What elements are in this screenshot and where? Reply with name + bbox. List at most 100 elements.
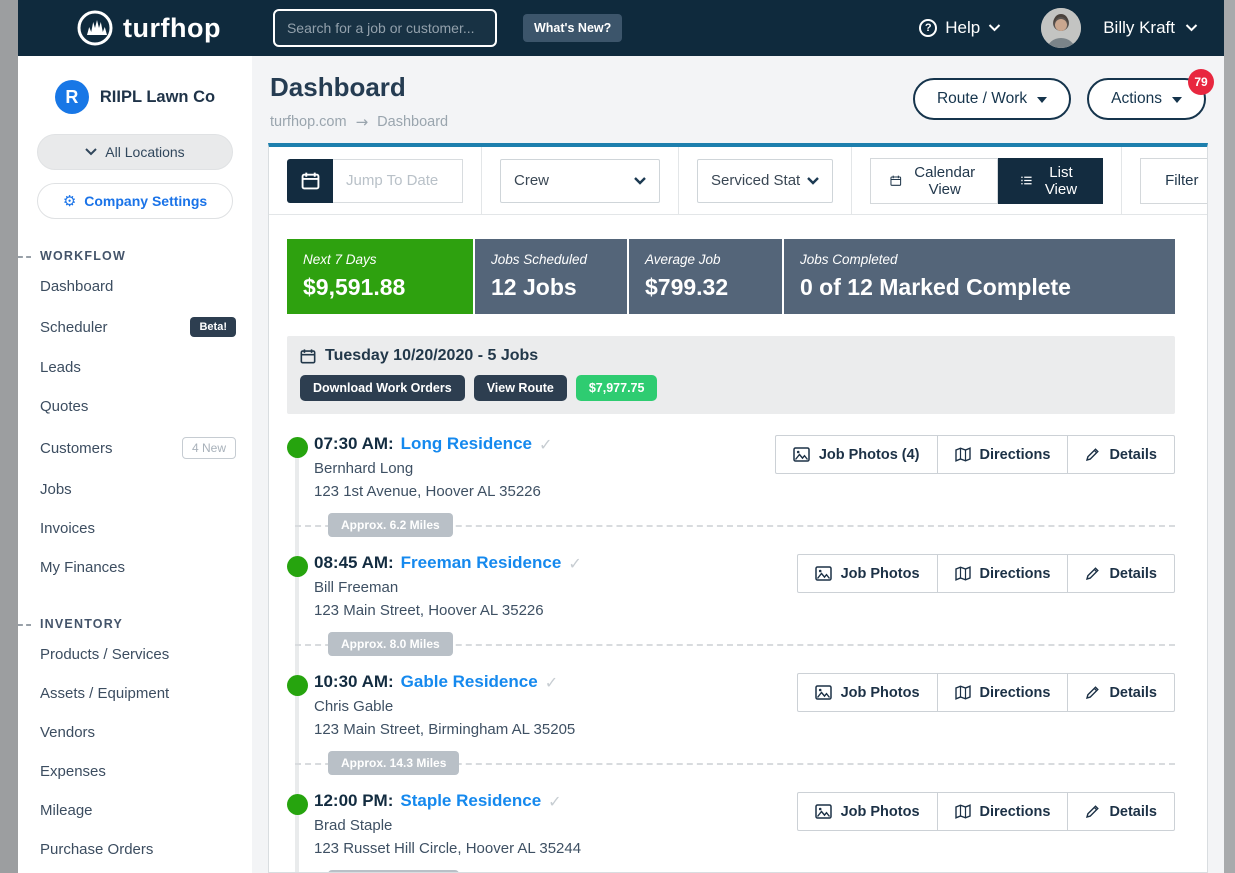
download-work-orders-button[interactable]: Download Work Orders: [300, 375, 465, 401]
miles-separator: Approx. 14.3 Miles: [314, 751, 1175, 775]
job-photos-button[interactable]: Job Photos: [797, 554, 938, 593]
calendar-icon: [890, 172, 902, 189]
chevron-down-icon: [85, 148, 97, 156]
sidebar-section-title: INVENTORY: [18, 617, 252, 631]
page-title: Dashboard: [270, 72, 448, 103]
sidebar-item-products-services[interactable]: Products / Services: [18, 635, 252, 674]
brand-name: turfhop: [123, 13, 221, 44]
check-icon: ✓: [545, 673, 558, 692]
directions-button[interactable]: Directions: [937, 554, 1069, 593]
job-photos-label: Job Photos (4): [819, 447, 920, 463]
company-logo-icon: R: [55, 80, 89, 114]
sidebar-item-my-finances[interactable]: My Finances: [18, 548, 252, 587]
sidebar-item-invoices[interactable]: Invoices: [18, 509, 252, 548]
sidebar-item-quotes[interactable]: Quotes: [18, 387, 252, 426]
user-menu[interactable]: Billy Kraft: [1103, 18, 1198, 38]
sidebar-nav: WORKFLOW Dashboard Scheduler Beta! Leads…: [18, 249, 252, 869]
chevron-down-icon: [634, 177, 646, 185]
sidebar-item-scheduler[interactable]: Scheduler Beta!: [18, 306, 252, 348]
details-button[interactable]: Details: [1067, 673, 1175, 712]
stat-value: $9,591.88: [303, 274, 457, 301]
brand-logo[interactable]: turfhop: [76, 9, 221, 47]
map-icon: [955, 685, 971, 700]
details-button[interactable]: Details: [1067, 792, 1175, 831]
jump-to-date-input[interactable]: [333, 159, 463, 203]
dashboard-card: Crew Serviced Stat Calendar Vie: [268, 143, 1208, 873]
job-name-link[interactable]: Long Residence: [401, 434, 532, 454]
job-photos-label: Job Photos: [841, 685, 920, 701]
sidebar-item-leads[interactable]: Leads: [18, 348, 252, 387]
details-label: Details: [1109, 566, 1157, 582]
job-name-link[interactable]: Staple Residence: [400, 791, 541, 811]
sidebar-item-vendors[interactable]: Vendors: [18, 713, 252, 752]
job-actions: Job Photos Directions Details: [797, 673, 1175, 712]
actions-label: Actions: [1111, 90, 1162, 108]
all-locations-dropdown[interactable]: All Locations: [37, 134, 233, 170]
sidebar-item-label: Customers: [40, 440, 113, 457]
gear-icon: ⚙: [63, 194, 76, 209]
calendar-picker-button[interactable]: [287, 159, 333, 203]
whats-new-button[interactable]: What's New?: [523, 14, 622, 42]
job-photos-button[interactable]: Job Photos (4): [775, 435, 938, 474]
stat-label: Next 7 Days: [303, 252, 457, 267]
job-address: 123 1st Avenue, Hoover AL 35226: [314, 483, 552, 500]
window-edge-right: [1224, 0, 1235, 873]
sidebar-item-dashboard[interactable]: Dashboard: [18, 267, 252, 306]
help-label: Help: [945, 18, 980, 38]
help-menu[interactable]: ? Help: [919, 18, 1001, 38]
directions-button[interactable]: Directions: [937, 673, 1069, 712]
sidebar-item-customers[interactable]: Customers 4 New: [18, 426, 252, 470]
stat-tile-next-7-days: Next 7 Days $9,591.88: [287, 239, 473, 314]
directions-button[interactable]: Directions: [937, 435, 1069, 474]
sidebar-item-jobs[interactable]: Jobs: [18, 470, 252, 509]
search-input[interactable]: [273, 9, 497, 47]
sidebar-item-assets-equipment[interactable]: Assets / Equipment: [18, 674, 252, 713]
page-header: Dashboard turfhop.com → Dashboard Route …: [252, 56, 1224, 143]
stat-label: Average Job: [645, 252, 766, 267]
job-name-link[interactable]: Gable Residence: [401, 672, 538, 692]
filter-toolbar: Crew Serviced Stat Calendar Vie: [269, 147, 1207, 215]
company-header[interactable]: R RIIPL Lawn Co: [18, 80, 252, 114]
job-photos-button[interactable]: Job Photos: [797, 792, 938, 831]
details-button[interactable]: Details: [1067, 554, 1175, 593]
company-settings-button[interactable]: ⚙ Company Settings: [37, 183, 233, 219]
window-edge-left: [0, 0, 18, 873]
breadcrumb-site[interactable]: turfhop.com: [270, 114, 347, 130]
serviced-status-select[interactable]: Serviced Stat: [697, 159, 833, 203]
details-button[interactable]: Details: [1067, 435, 1175, 474]
actions-count-badge: 79: [1188, 69, 1214, 95]
sidebar-item-label: Products / Services: [40, 646, 169, 663]
jump-to-date-group: [269, 147, 482, 214]
main-content: Dashboard turfhop.com → Dashboard Route …: [252, 56, 1224, 873]
user-avatar[interactable]: [1041, 8, 1081, 48]
job-name-link[interactable]: Freeman Residence: [401, 553, 562, 573]
actions-dropdown[interactable]: Actions 79: [1087, 78, 1206, 120]
caret-down-icon: [1172, 97, 1182, 103]
sidebar-item-mileage[interactable]: Mileage: [18, 791, 252, 830]
directions-label: Directions: [980, 566, 1051, 582]
job-status-dot: [287, 556, 308, 577]
sidebar-item-purchase-orders[interactable]: Purchase Orders: [18, 830, 252, 869]
route-work-dropdown[interactable]: Route / Work: [913, 78, 1071, 120]
breadcrumb-page: Dashboard: [377, 114, 448, 130]
crew-select[interactable]: Crew: [500, 159, 660, 203]
filter-button[interactable]: Filter: [1140, 158, 1208, 204]
stat-tile-jobs-scheduled: Jobs Scheduled 12 Jobs: [475, 239, 627, 314]
job-time: 08:45 AM:: [314, 553, 394, 573]
day-title: Tuesday 10/20/2020 - 5 Jobs: [325, 347, 538, 365]
miles-separator: Approx. 99.7 Miles: [314, 870, 1175, 872]
job-actions: Job Photos (4) Directions Details: [775, 435, 1175, 474]
miles-badge: Approx. 8.0 Miles: [328, 632, 453, 656]
serviced-status-value: Serviced Stat: [711, 172, 800, 189]
calendar-view-button[interactable]: Calendar View: [870, 158, 998, 204]
sidebar-item-badge: Beta!: [190, 317, 236, 337]
list-view-button[interactable]: List View: [998, 158, 1103, 204]
sidebar-item-expenses[interactable]: Expenses: [18, 752, 252, 791]
miles-badge: Approx. 99.7 Miles: [328, 870, 459, 872]
job-photos-button[interactable]: Job Photos: [797, 673, 938, 712]
photo-icon: [815, 685, 832, 700]
directions-button[interactable]: Directions: [937, 792, 1069, 831]
all-locations-label: All Locations: [105, 144, 184, 160]
view-route-button[interactable]: View Route: [474, 375, 567, 401]
day-total-badge: $7,977.75: [576, 375, 658, 401]
